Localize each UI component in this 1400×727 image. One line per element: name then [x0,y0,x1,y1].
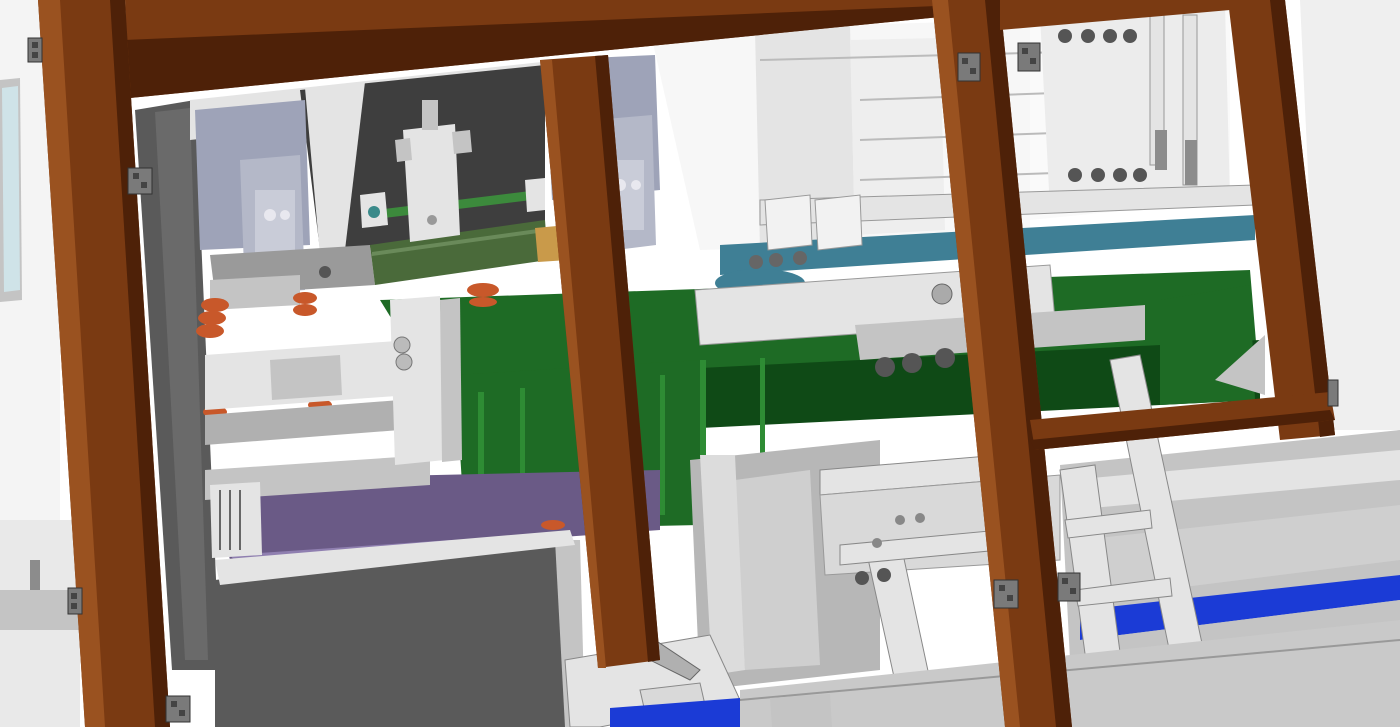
cad-machine-assembly-view [0,0,1400,727]
cad-scene [0,0,1400,727]
hinge-icon [27,37,43,63]
hinge-icon [67,587,83,615]
lower-dark-panel [215,530,585,727]
hinge-icon [127,167,153,195]
hinge-icon [1327,379,1339,407]
hinge-icon [957,52,981,82]
hinge-icon [993,579,1019,609]
hinge-icon [1017,42,1041,72]
hinge-icon [165,695,191,723]
hinge-icon [1057,572,1081,602]
